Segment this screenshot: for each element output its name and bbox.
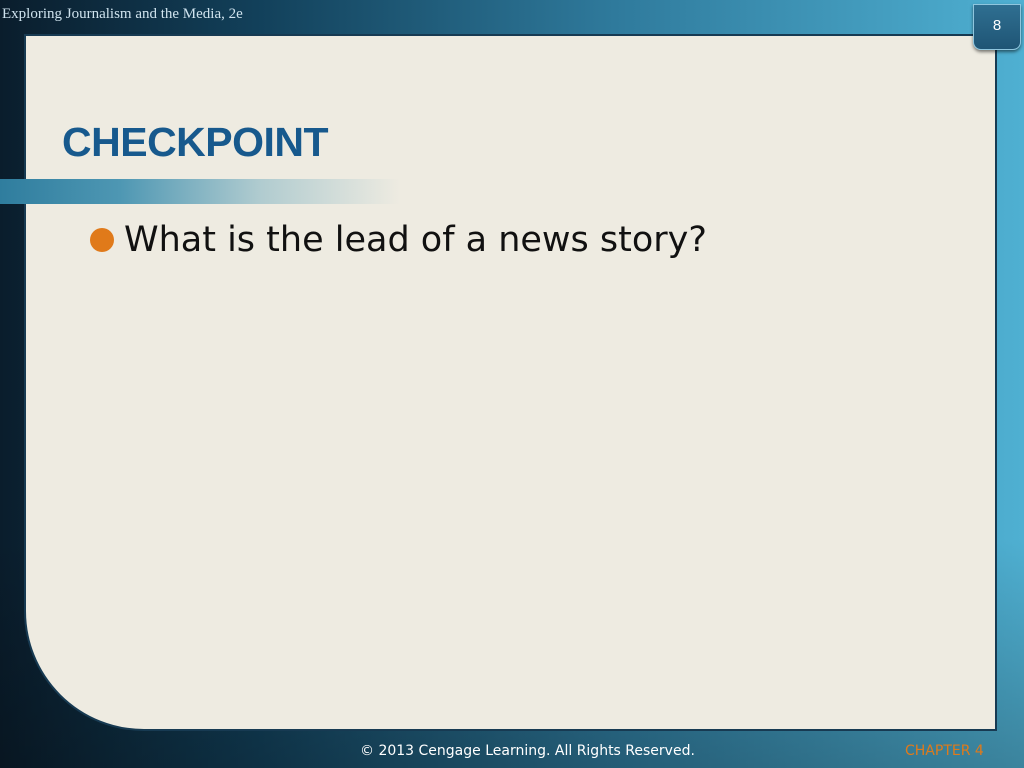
copyright-notice: © 2013 Cengage Learning. All Rights Rese… [360, 743, 695, 759]
bullet-dot-icon [90, 228, 114, 252]
slide: Exploring Journalism and the Media, 2e 8… [0, 0, 1024, 768]
slide-title: CHECKPOINT [62, 119, 329, 165]
page-number-badge: 8 [973, 4, 1021, 50]
bullet-item: What is the lead of a news story? [90, 214, 707, 266]
book-title: Exploring Journalism and the Media, 2e [2, 6, 243, 22]
chapter-label: CHAPTER 4 [905, 743, 984, 759]
bullet-text: What is the lead of a news story? [124, 220, 707, 260]
title-accent-band [0, 179, 400, 204]
